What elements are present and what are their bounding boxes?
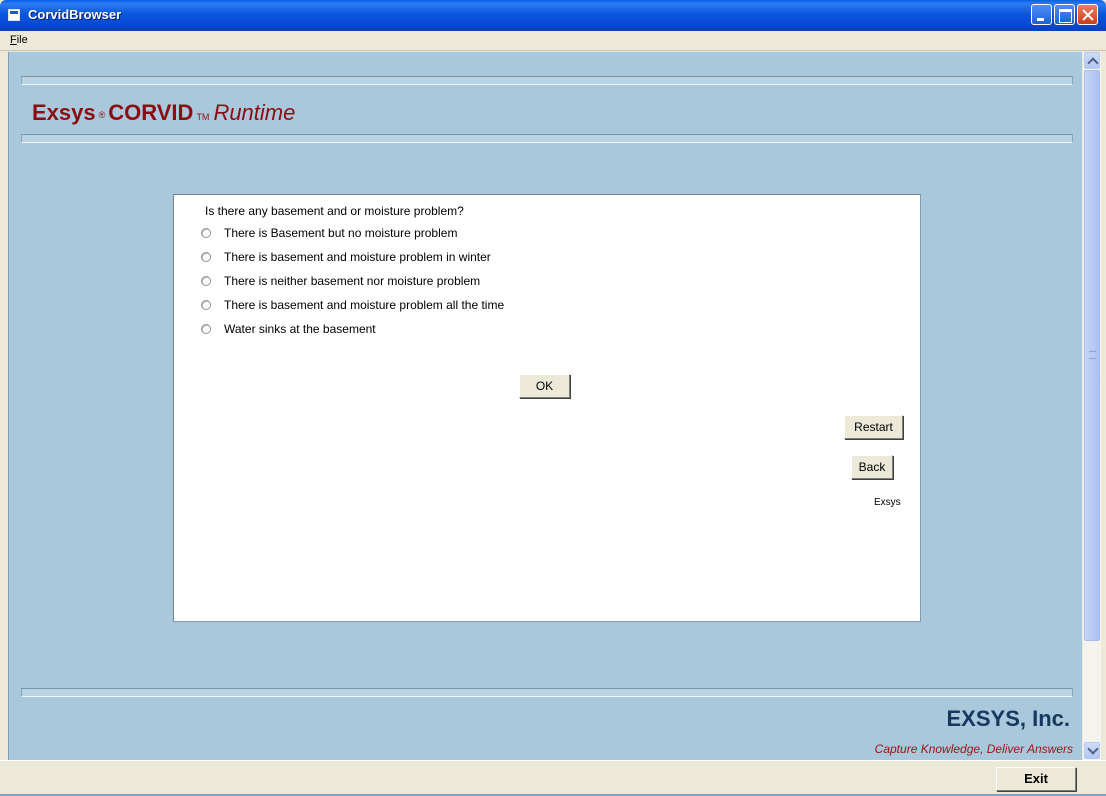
scroll-up-arrow-icon[interactable]: [1084, 52, 1100, 69]
radio-button[interactable]: [201, 324, 211, 334]
menu-file[interactable]: File: [10, 34, 28, 46]
restart-button[interactable]: Restart: [844, 415, 903, 439]
radio-button[interactable]: [201, 276, 211, 286]
option-water-sinks[interactable]: Water sinks at the basement: [201, 321, 376, 337]
option-label: There is Basement but no moisture proble…: [224, 226, 458, 240]
option-basement-no-moisture[interactable]: There is Basement but no moisture proble…: [201, 225, 457, 241]
scroll-down-arrow-icon[interactable]: [1084, 742, 1100, 759]
app-window: CorvidBrowser File Exsys ® CORVID TM Runtime…: [0, 0, 1106, 796]
registered-mark: ®: [98, 110, 106, 120]
divider-bottom: [21, 688, 1073, 697]
trademark-mark: TM: [196, 112, 210, 122]
radio-button[interactable]: [201, 300, 211, 310]
maximize-button[interactable]: [1054, 4, 1075, 25]
menu-bar: File: [0, 31, 1106, 51]
radio-button[interactable]: [201, 252, 211, 262]
back-button[interactable]: Back: [851, 455, 893, 479]
minimize-button[interactable]: [1031, 4, 1052, 25]
ok-button[interactable]: OK: [519, 374, 570, 398]
status-bar: Exit: [0, 760, 1106, 796]
title-bar[interactable]: CorvidBrowser: [0, 0, 1106, 31]
vertical-scrollbar[interactable]: [1083, 52, 1101, 760]
option-moisture-all-time[interactable]: There is basement and moisture problem a…: [201, 297, 504, 313]
option-label: Water sinks at the basement: [224, 322, 376, 336]
exit-button[interactable]: Exit: [996, 767, 1076, 791]
brand-runtime: Runtime: [213, 100, 296, 125]
option-label: There is basement and moisture problem a…: [224, 298, 505, 312]
option-label: There is basement and moisture problem i…: [224, 250, 491, 264]
divider-header: [21, 134, 1073, 143]
option-basement-moisture-winter[interactable]: There is basement and moisture problem i…: [201, 249, 491, 265]
option-label: There is neither basement nor moisture p…: [224, 274, 481, 288]
company-tagline: Capture Knowledge, Deliver Answers: [874, 742, 1073, 756]
question-text: Is there any basement and or moisture pr…: [205, 204, 464, 218]
brand-exsys: Exsys: [32, 100, 96, 125]
scroll-thumb[interactable]: [1084, 70, 1100, 641]
content-area: Exsys ® CORVID TM Runtime Is there any basem…: [8, 52, 1082, 760]
divider-top: [21, 76, 1073, 85]
app-icon[interactable]: [8, 9, 20, 21]
close-button[interactable]: [1077, 4, 1098, 25]
company-name: EXSYS, Inc.: [946, 706, 1071, 731]
brand-header: Exsys ® CORVID TM Runtime: [32, 100, 295, 126]
question-panel: Is there any basement and or moisture pr…: [173, 194, 921, 622]
exsys-credit: Exsys: [874, 497, 901, 508]
radio-button[interactable]: [201, 228, 211, 238]
option-neither[interactable]: There is neither basement nor moisture p…: [201, 273, 480, 289]
brand-corvid: CORVID: [108, 100, 194, 125]
window-title: CorvidBrowser: [28, 7, 122, 22]
